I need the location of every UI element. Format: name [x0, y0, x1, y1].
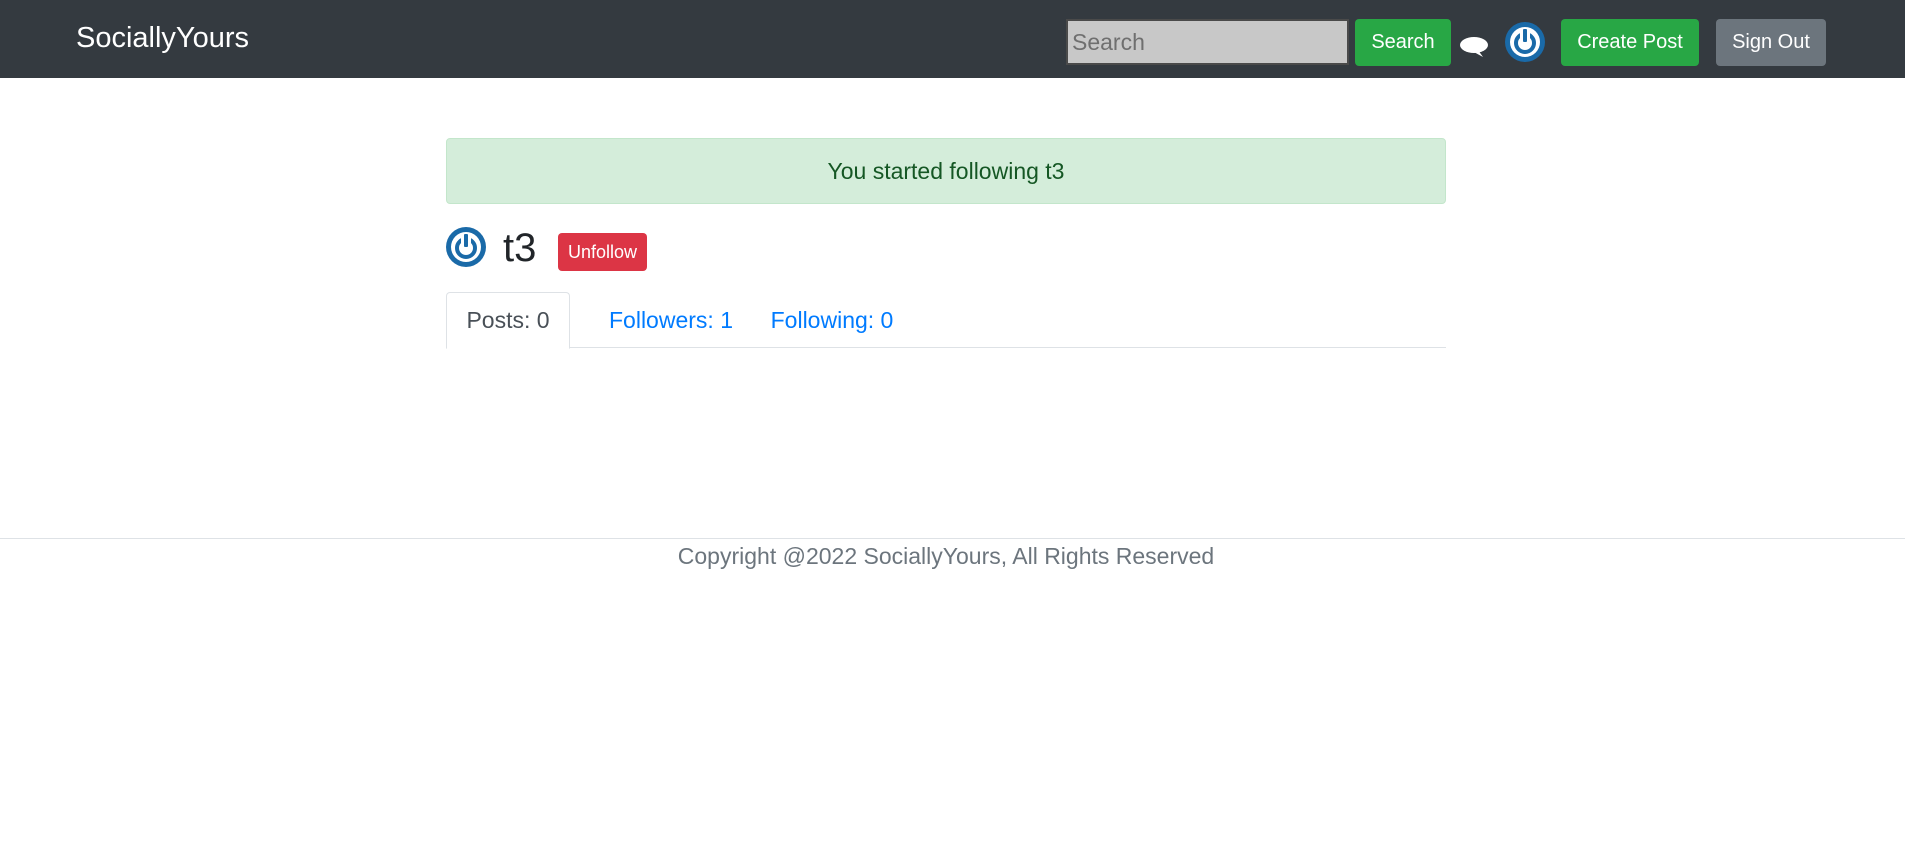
tab-following[interactable]: Following: 0 — [752, 292, 912, 348]
search-input[interactable] — [1066, 19, 1349, 65]
sign-out-button[interactable]: Sign Out — [1716, 19, 1826, 66]
profile-avatar-icon — [446, 227, 486, 267]
tab-followers[interactable]: Followers: 1 — [591, 292, 751, 348]
footer-divider — [0, 538, 1905, 539]
create-post-button[interactable]: Create Post — [1561, 19, 1699, 66]
unfollow-button[interactable]: Unfollow — [558, 233, 647, 271]
profile-tabs: Posts: 0 Followers: 1 Following: 0 — [446, 292, 1446, 349]
tab-posts[interactable]: Posts: 0 — [446, 292, 570, 349]
brand-logo-link[interactable]: SociallyYours — [76, 22, 249, 55]
footer-copyright: Copyright @2022 SociallyYours, All Right… — [677, 543, 1215, 569]
user-avatar-icon[interactable] — [1505, 22, 1545, 62]
search-button[interactable]: Search — [1355, 19, 1451, 66]
success-alert: You started following t3 — [446, 138, 1446, 204]
profile-username: t3 — [503, 226, 537, 270]
top-navbar: SociallyYours Search Create Post Sign Ou… — [0, 0, 1905, 78]
chat-bubble-icon[interactable] — [1458, 35, 1490, 59]
